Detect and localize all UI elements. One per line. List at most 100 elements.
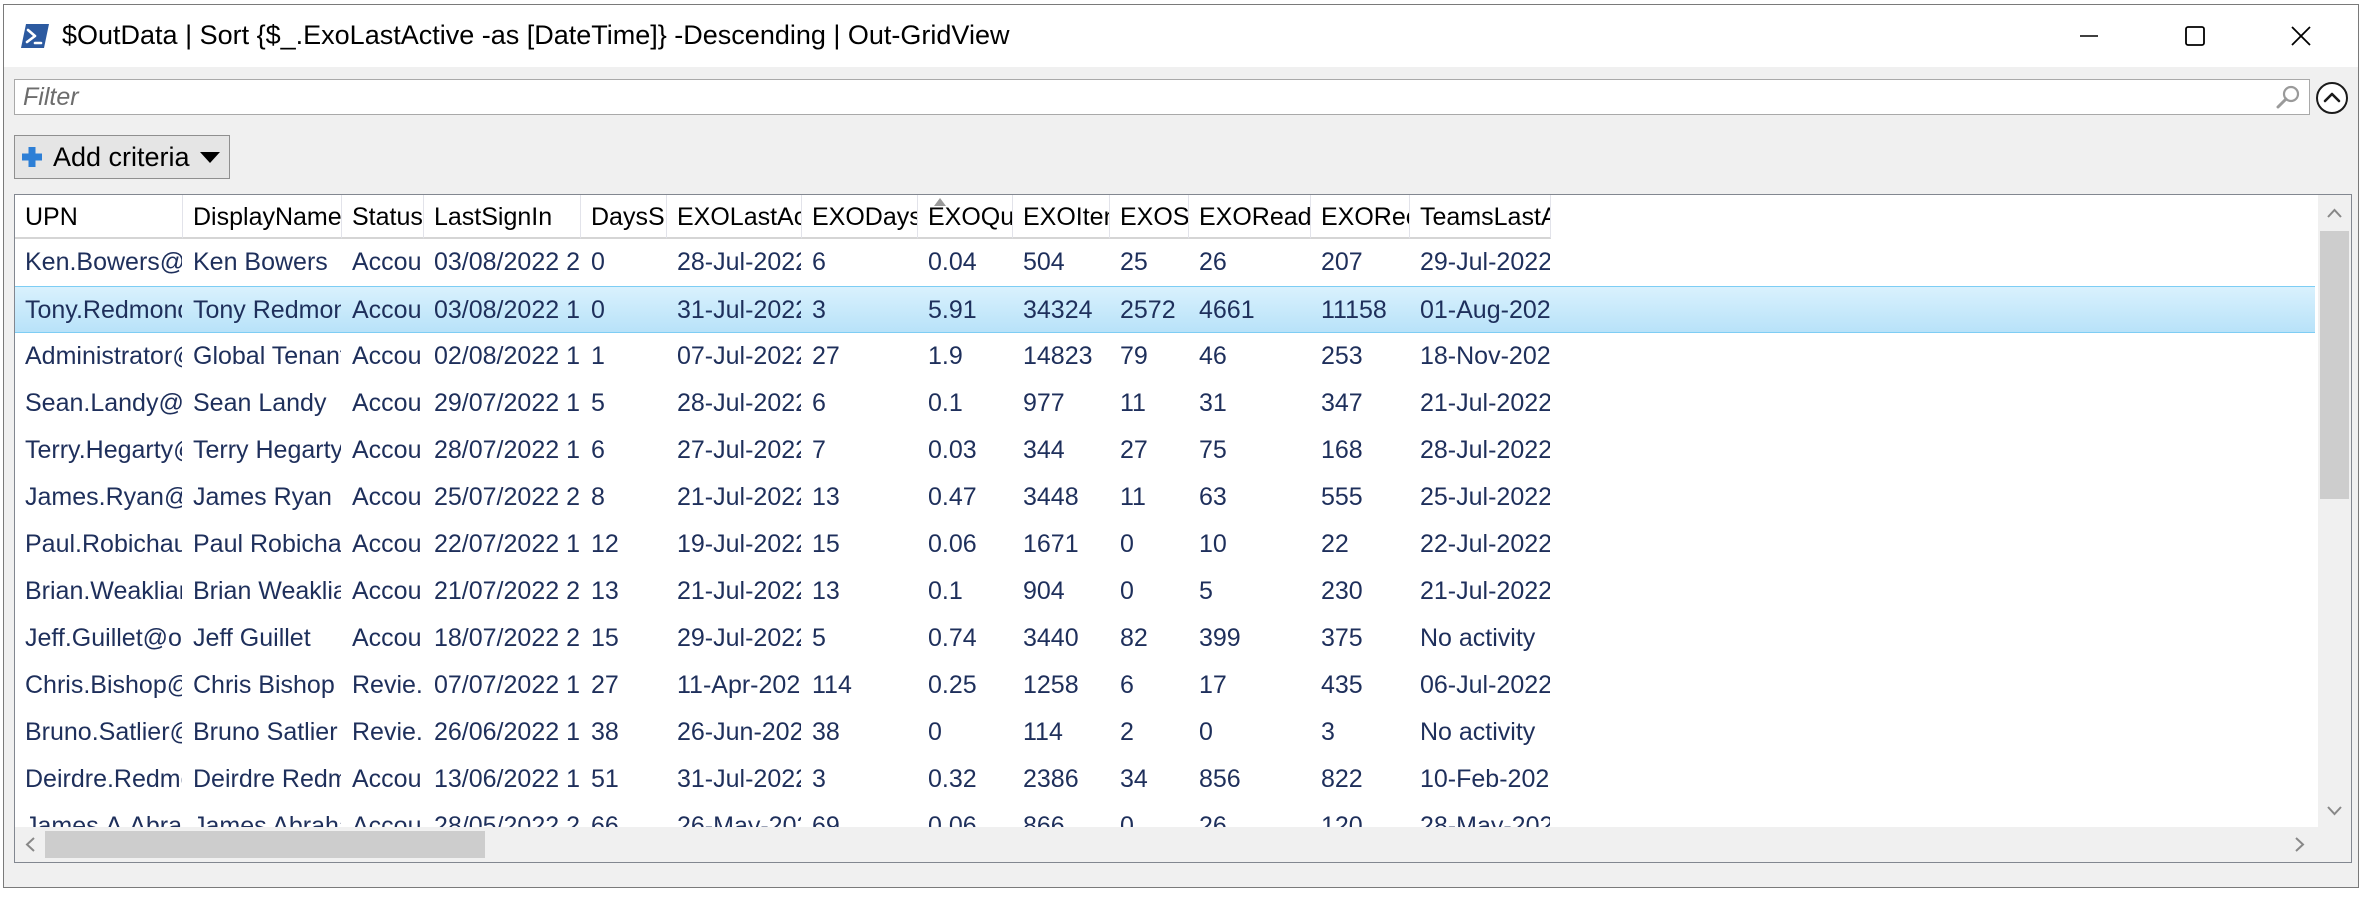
- cell-exo-received: 207: [1321, 248, 1363, 276]
- table-row[interactable]: Tony.Redmond@... Tony Redmond Accou... 03/0…: [15, 286, 2315, 333]
- cell-exo-days-since: 13: [812, 483, 840, 511]
- vertical-scrollbar[interactable]: [2318, 195, 2351, 827]
- cell-exo-last-active: 31-Jul-2022: [677, 765, 801, 793]
- scroll-corner: [2318, 827, 2351, 862]
- cell-teams-last-active: 06-Jul-2022: [1420, 671, 1550, 699]
- cell-exo-read-count: 31: [1199, 389, 1227, 417]
- table-row[interactable]: Sean.Landy@offi... Sean Landy Accou... 29/0…: [15, 380, 2315, 427]
- filter-input[interactable]: [15, 80, 2255, 114]
- close-button[interactable]: [2248, 5, 2354, 67]
- table-row[interactable]: Deirdre.Redmon... Deirdre Redmond Accou...…: [15, 756, 2315, 803]
- window-title: $OutData | Sort {$_.ExoLastActive -as [D…: [62, 20, 1010, 50]
- cell-exo-items: 14823: [1023, 342, 1093, 370]
- column-header-exo-items[interactable]: EXOItems: [1013, 195, 1110, 239]
- cell-status: Revie...: [352, 718, 423, 746]
- chevron-up-circle-icon[interactable]: [2315, 81, 2349, 115]
- cell-exo-received: 375: [1321, 624, 1363, 652]
- cell-lastsignin: 18/07/2022 22:45: [434, 624, 580, 652]
- table-row[interactable]: Bruno.Satlier@of... Bruno Satlier Revie...…: [15, 709, 2315, 756]
- cell-exo-quota: 0: [928, 718, 942, 746]
- cell-exo-received: 253: [1321, 342, 1363, 370]
- cell-displayname: Tony Redmond: [193, 296, 341, 324]
- cell-days-since: 15: [591, 624, 619, 652]
- cell-displayname: Terry Hegarty: [193, 436, 341, 464]
- cell-exo-received: 3: [1321, 718, 1335, 746]
- results-grid[interactable]: UPNDisplayNameStatusLastSignInDaysSi...E…: [14, 194, 2352, 863]
- search-icon[interactable]: [2275, 84, 2301, 110]
- cell-displayname: Brian Weakliam...: [193, 577, 341, 605]
- sort-ascending-icon: [934, 198, 946, 206]
- cell-lastsignin: 28/07/2022 14:48: [434, 436, 580, 464]
- cell-days-since: 0: [591, 296, 605, 324]
- column-header-exo-read-count[interactable]: EXOReadC...: [1189, 195, 1311, 239]
- scroll-down-icon[interactable]: [2318, 795, 2351, 825]
- column-header-exo-received[interactable]: EXORec...: [1311, 195, 1410, 239]
- background-window-edge-bottom: [0, 887, 2363, 897]
- cell-lastsignin: 03/08/2022 18:08: [434, 296, 580, 324]
- cell-days-since: 6: [591, 436, 605, 464]
- table-row[interactable]: Administrator@r... Global Tenant A... Acco…: [15, 333, 2315, 380]
- scroll-up-icon[interactable]: [2318, 199, 2351, 229]
- table-row[interactable]: Paul.Robichaux@... Paul Robichaux... Accou…: [15, 521, 2315, 568]
- cell-exo-last-active: 27-Jul-2022: [677, 436, 801, 464]
- scroll-right-icon[interactable]: [2285, 829, 2313, 860]
- column-header-exo-sent[interactable]: EXOS...: [1110, 195, 1189, 239]
- cell-exo-days-since: 27: [812, 342, 840, 370]
- cell-exo-quota: 0.1: [928, 577, 963, 605]
- cell-status: Accou...: [352, 342, 423, 370]
- cell-upn: Brian.Weakliam...: [25, 577, 182, 605]
- cell-displayname: Paul Robichaux...: [193, 530, 341, 558]
- cell-exo-quota: 0.74: [928, 624, 977, 652]
- horizontal-scroll-thumb[interactable]: [45, 831, 485, 858]
- cell-exo-last-active: 31-Jul-2022: [677, 296, 801, 324]
- cell-exo-last-active: 19-Jul-2022: [677, 530, 801, 558]
- cell-status: Accou...: [352, 483, 423, 511]
- table-row[interactable]: Terry.Hegarty@o... Terry Hegarty Accou... 2…: [15, 427, 2315, 474]
- cell-days-since: 27: [591, 671, 619, 699]
- column-header-exo-last-active[interactable]: EXOLastActive: [667, 195, 802, 239]
- vertical-scroll-thumb[interactable]: [2320, 231, 2349, 499]
- scroll-left-icon[interactable]: [17, 829, 45, 860]
- minimize-button[interactable]: [2036, 5, 2142, 67]
- column-header-upn[interactable]: UPN: [15, 195, 183, 239]
- column-header-lastsignin[interactable]: LastSignIn: [424, 195, 581, 239]
- cell-exo-read-count: 10: [1199, 530, 1227, 558]
- title-bar[interactable]: $OutData | Sort {$_.ExoLastActive -as [D…: [4, 5, 2358, 67]
- table-row[interactable]: Brian.Weakliam... Brian Weakliam... Accou.…: [15, 568, 2315, 615]
- cell-exo-read-count: 856: [1199, 765, 1241, 793]
- maximize-button[interactable]: [2142, 5, 2248, 67]
- table-row[interactable]: Jeff.Guillet@offic... Jeff Guillet Accou..…: [15, 615, 2315, 662]
- horizontal-scrollbar[interactable]: [15, 827, 2318, 862]
- column-header-exo-quota[interactable]: EXOQu...: [918, 195, 1013, 239]
- cell-exo-items: 3448: [1023, 483, 1079, 511]
- column-header-status[interactable]: Status: [342, 195, 424, 239]
- table-row[interactable]: Ken.Bowers@offi... Ken Bowers Accou... 03/0…: [15, 239, 2315, 286]
- cell-exo-received: 230: [1321, 577, 1363, 605]
- cell-exo-received: 22: [1321, 530, 1349, 558]
- cell-displayname: Sean Landy: [193, 389, 327, 417]
- cell-exo-read-count: 399: [1199, 624, 1241, 652]
- cell-displayname: Jeff Guillet: [193, 624, 311, 652]
- cell-status: Accou...: [352, 436, 423, 464]
- column-header-exo-days-since[interactable]: EXODaysS...: [802, 195, 918, 239]
- cell-status: Revie...: [352, 671, 423, 699]
- cell-exo-received: 11158: [1321, 296, 1387, 324]
- cell-exo-items: 114: [1023, 718, 1063, 746]
- column-header-teams-last-active[interactable]: TeamsLastActive: [1410, 195, 1551, 239]
- add-criteria-button[interactable]: Add criteria: [14, 135, 230, 179]
- cell-status: Accou...: [352, 624, 423, 652]
- cell-status: Accou...: [352, 530, 423, 558]
- cell-exo-items: 977: [1023, 389, 1065, 417]
- cell-exo-days-since: 6: [812, 389, 826, 417]
- cell-status: Accou...: [352, 389, 423, 417]
- cell-exo-sent: 2572: [1120, 296, 1176, 324]
- cell-days-since: 8: [591, 483, 605, 511]
- table-row[interactable]: James.Ryan@offi... James Ryan Accou... 25/0…: [15, 474, 2315, 521]
- cell-exo-quota: 1.9: [928, 342, 963, 370]
- cell-exo-days-since: 5: [812, 624, 826, 652]
- cell-exo-sent: 82: [1120, 624, 1148, 652]
- column-header-days-since[interactable]: DaysSi...: [581, 195, 667, 239]
- table-row[interactable]: Chris.Bishop@off... Chris Bishop Revie... 0…: [15, 662, 2315, 709]
- cell-days-since: 0: [591, 248, 605, 276]
- column-header-displayname[interactable]: DisplayName: [183, 195, 342, 239]
